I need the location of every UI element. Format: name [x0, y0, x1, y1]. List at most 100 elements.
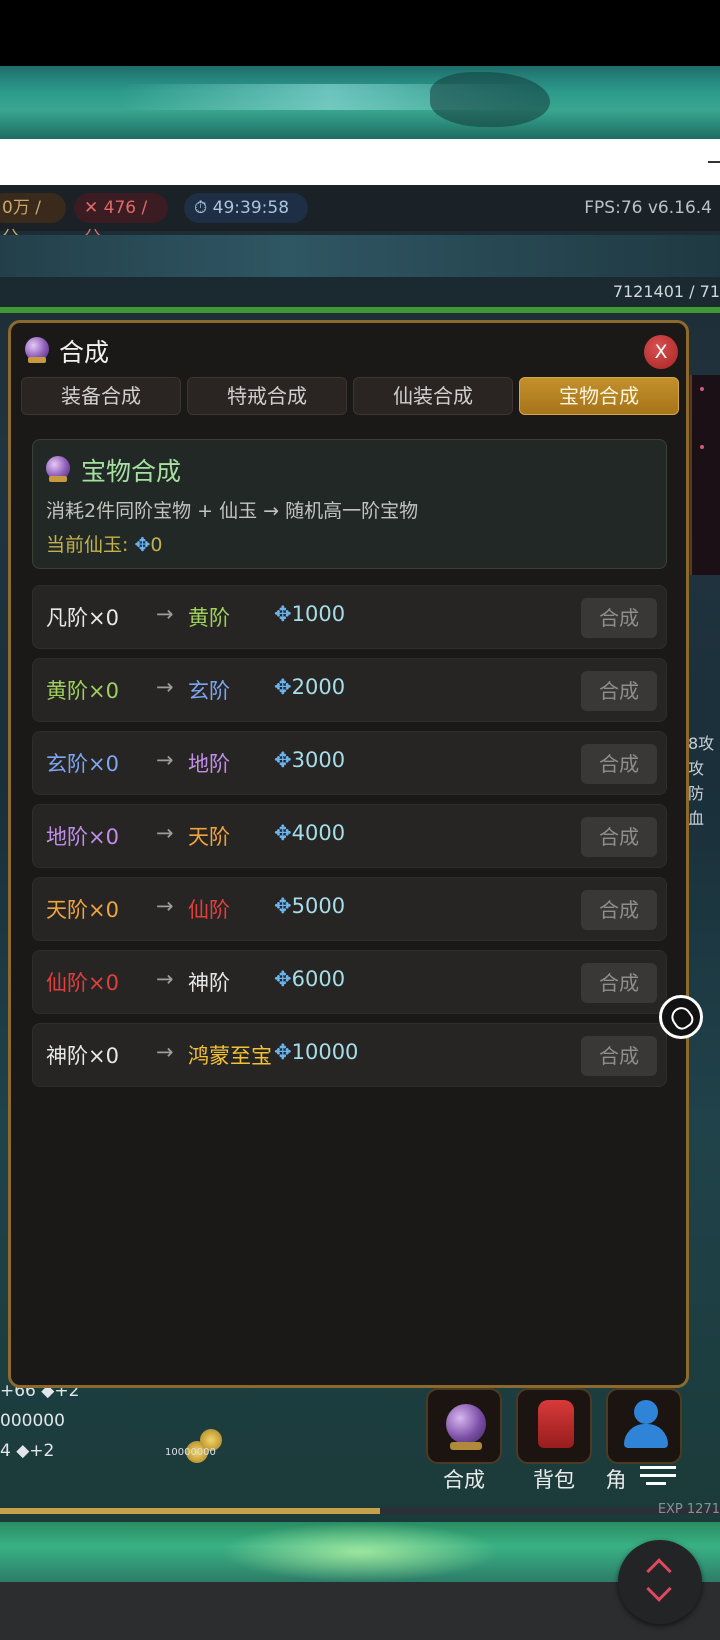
recipe-cost-value: 2000	[291, 675, 346, 699]
recipe-target: 仙阶	[188, 898, 230, 922]
character-dock-button[interactable]	[606, 1388, 682, 1464]
recipe-source: 神阶×0	[46, 1044, 119, 1068]
close-button[interactable]: X	[644, 335, 678, 369]
synthesize-button[interactable]: 合成	[581, 598, 657, 638]
system-nav-bar	[0, 1582, 720, 1640]
current-jade: 当前仙玉: ✥0	[46, 530, 162, 557]
recipe-cost-value: 3000	[291, 748, 346, 772]
tab-ring-synthesis[interactable]: 特戒合成	[187, 377, 347, 415]
recipe-source: 黄阶×0	[46, 679, 119, 703]
jade-gem-icon: ✥	[274, 821, 292, 845]
treasure-info-card: 宝物合成 消耗2件同阶宝物 + 仙玉 → 随机高一阶宝物 当前仙玉: ✥0	[32, 439, 667, 569]
jade-gem-icon: ✥	[274, 748, 292, 772]
edge-stat-4: 血	[688, 809, 705, 828]
synthesize-button[interactable]: 合成	[581, 890, 657, 930]
synthesis-tabs: 装备合成 特戒合成 仙装合成 宝物合成	[21, 377, 681, 417]
tab-immortal-gear-synthesis[interactable]: 仙装合成	[353, 377, 513, 415]
info-card-description: 消耗2件同阶宝物 + 仙玉 → 随机高一阶宝物	[46, 500, 419, 522]
exp-bar	[0, 1508, 720, 1514]
crystal-ball-icon	[446, 1404, 486, 1444]
coin-pile-icon	[166, 1385, 226, 1463]
recipe-row: 黄阶×0 → 玄阶 ✥2000 合成	[32, 658, 667, 722]
swords-icon: ✕	[84, 198, 104, 218]
top-scene-strip	[0, 66, 720, 139]
arrow-right-icon: →	[156, 675, 174, 699]
bottom-scene-strip	[0, 1522, 720, 1582]
jade-gem-icon: ✥	[134, 534, 151, 556]
backpack-dock-label: 背包	[533, 1468, 575, 1492]
recipe-row: 仙阶×0 → 神阶 ✥6000 合成	[32, 950, 667, 1014]
jade-gem-icon: ✥	[274, 967, 292, 991]
side-panel-edge	[690, 375, 720, 575]
keyboard-icon[interactable]	[636, 1462, 680, 1490]
recipe-row: 神阶×0 → 鸿蒙至宝 ✥10000 合成	[32, 1023, 667, 1087]
info-card-title: 宝物合成	[81, 457, 182, 486]
recipe-cost: ✥4000	[274, 821, 345, 845]
jade-gem-icon: ✥	[274, 894, 292, 918]
white-toolbar	[0, 139, 720, 185]
edge-stat-1: 8攻	[688, 734, 715, 753]
arrow-right-icon: →	[156, 894, 174, 918]
recipe-row: 地阶×0 → 天阶 ✥4000 合成	[32, 804, 667, 868]
backpack-icon	[538, 1400, 574, 1448]
synthesize-button[interactable]: 合成	[581, 963, 657, 1003]
fps-version-text: FPS:76 v6.16.4	[584, 198, 712, 218]
hud-bar: 0万 /分 ✕ 476 /分 ⏱ 49:39:58 FPS:76 v6.16.4	[0, 185, 720, 248]
recipe-source: 凡阶×0	[46, 606, 119, 630]
recipe-cost-value: 10000	[291, 1040, 359, 1064]
tab-treasure-synthesis[interactable]: 宝物合成	[519, 377, 679, 415]
jade-label: 当前仙玉:	[46, 534, 129, 556]
synthesize-button[interactable]: 合成	[581, 1036, 657, 1076]
modal-header: 合成 X	[11, 323, 686, 375]
floating-assist-icon[interactable]	[659, 995, 703, 1039]
recipe-source: 天阶×0	[46, 898, 119, 922]
synthesize-button[interactable]: 合成	[581, 744, 657, 784]
recipe-target: 天阶	[188, 825, 230, 849]
backpack-dock-button[interactable]	[516, 1388, 592, 1464]
arrow-right-icon: →	[156, 748, 174, 772]
synthesize-button[interactable]: 合成	[581, 817, 657, 857]
recipe-row: 天阶×0 → 仙阶 ✥5000 合成	[32, 877, 667, 941]
recipe-source: 地阶×0	[46, 825, 119, 849]
scroll-toggle-button[interactable]	[618, 1540, 702, 1624]
recipe-target: 黄阶	[188, 606, 230, 630]
synthesis-dock-button[interactable]	[426, 1388, 502, 1464]
recipe-cost: ✥6000	[274, 967, 345, 991]
minimize-icon[interactable]	[708, 161, 720, 163]
timer-chip: ⏱ 49:39:58	[184, 193, 308, 223]
timer-text: 49:39:58	[212, 198, 290, 218]
recipe-cost-value: 1000	[291, 602, 346, 626]
status-bar-area	[0, 0, 720, 66]
tab-equipment-synthesis[interactable]: 装备合成	[21, 377, 181, 415]
chevron-down-icon	[646, 1576, 672, 1602]
recipe-cost-value: 5000	[291, 894, 346, 918]
recipe-row: 凡阶×0 → 黄阶 ✥1000 合成	[32, 585, 667, 649]
jade-gem-icon: ✥	[274, 675, 292, 699]
recipe-cost: ✥2000	[274, 675, 345, 699]
exp-label: EXP 1271	[657, 1502, 720, 1517]
synthesis-modal: 合成 X 装备合成 特戒合成 仙装合成 宝物合成 宝物合成 消耗2件同阶宝物 +…	[8, 320, 703, 1388]
recipe-cost: ✥5000	[274, 894, 345, 918]
recipe-source: 仙阶×0	[46, 971, 119, 995]
hp-text: 7121401 / 71	[612, 282, 720, 301]
recipe-cost: ✥10000	[274, 1040, 358, 1064]
crystal-ball-icon	[25, 337, 49, 363]
synthesis-dock-label: 合成	[443, 1468, 485, 1492]
synthesize-button[interactable]: 合成	[581, 671, 657, 711]
recipe-row: 玄阶×0 → 地阶 ✥3000 合成	[32, 731, 667, 795]
recipe-target: 玄阶	[188, 679, 230, 703]
recipe-cost-value: 4000	[291, 821, 346, 845]
modal-title: 合成	[59, 338, 110, 367]
coin-drop-label: 10000000	[165, 1447, 216, 1458]
crystal-ball-icon	[46, 456, 70, 482]
arrow-right-icon: →	[156, 1040, 174, 1064]
arrow-right-icon: →	[156, 967, 174, 991]
recipe-cost: ✥3000	[274, 748, 345, 772]
edge-stat-3: 防	[688, 784, 705, 803]
recipe-source: 玄阶×0	[46, 752, 119, 776]
recipe-cost: ✥1000	[274, 602, 345, 626]
bg-stat-line-3: 4 ◆+2	[0, 1441, 55, 1461]
recipe-cost-value: 6000	[291, 967, 346, 991]
arrow-right-icon: →	[156, 821, 174, 845]
coin-rate-chip: 0万 /分	[0, 193, 66, 248]
